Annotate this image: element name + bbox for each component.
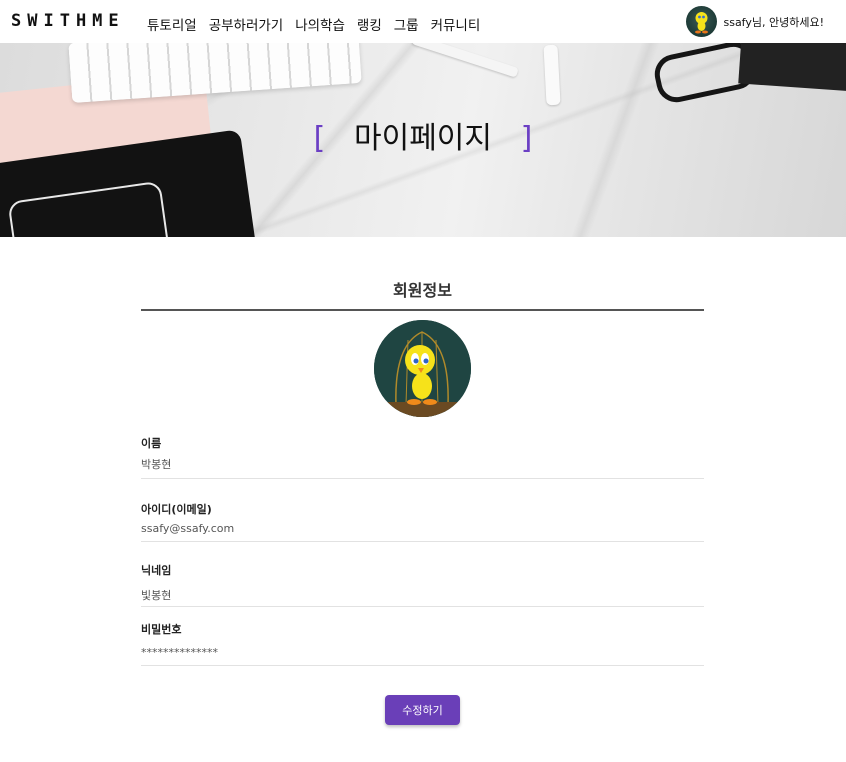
field-email: 아이디(이메일) ssafy@ssafy.com (141, 501, 704, 542)
title-bracket-right: ] (520, 121, 533, 156)
password-value: ************** (141, 646, 218, 659)
section-title: 회원정보 (393, 281, 452, 300)
hero-banner: [ 마이페이지 ] (0, 43, 846, 237)
user-avatar[interactable] (686, 6, 718, 37)
nav-item-tutorial[interactable]: 튜토리얼 (147, 14, 197, 34)
email-label: 아이디(이메일) (141, 503, 212, 516)
nav-item-go-study[interactable]: 공부하러가기 (209, 14, 284, 34)
page-title: [ 마이페이지 ] (0, 113, 846, 157)
nav-item-my-learning[interactable]: 나의학습 (295, 14, 345, 34)
email-value: ssafy@ssafy.com (141, 522, 235, 535)
title-bracket-left: [ (313, 121, 326, 156)
tweety-profile-icon (374, 320, 471, 417)
greeting-text: ssafy님, 안녕하세요! (723, 15, 824, 29)
bird-avatar-icon (695, 12, 709, 34)
nickname-value: 빛봉현 (141, 589, 172, 602)
field-name: 이름 박봉현 (141, 435, 704, 479)
nav-item-group[interactable]: 그룹 (394, 14, 419, 34)
name-label: 이름 (141, 437, 162, 450)
profile-image (374, 320, 471, 417)
nickname-label: 닉네임 (141, 564, 172, 577)
field-nickname: 닉네임 빛봉현 (141, 562, 704, 607)
password-label: 비밀번호 (141, 623, 182, 636)
field-password: 비밀번호 ************** (141, 621, 704, 666)
name-value: 박봉현 (141, 458, 172, 471)
main-menu: 튜토리얼 공부하러가기 나의학습 랭킹 그룹 커뮤니티 (147, 14, 480, 34)
page-title-text: 마이페이지 (354, 121, 492, 156)
nav-item-community[interactable]: 커뮤니티 (431, 14, 481, 34)
edit-profile-button[interactable]: 수정하기 (385, 695, 460, 725)
user-menu[interactable]: ssafy님, 안녕하세요! (686, 6, 824, 37)
site-logo[interactable]: SWITHME (11, 11, 125, 31)
nav-item-ranking[interactable]: 랭킹 (357, 14, 382, 34)
title-divider (141, 309, 704, 311)
top-navbar: SWITHME 튜토리얼 공부하러가기 나의학습 랭킹 그룹 커뮤니티 ssaf… (0, 0, 846, 43)
